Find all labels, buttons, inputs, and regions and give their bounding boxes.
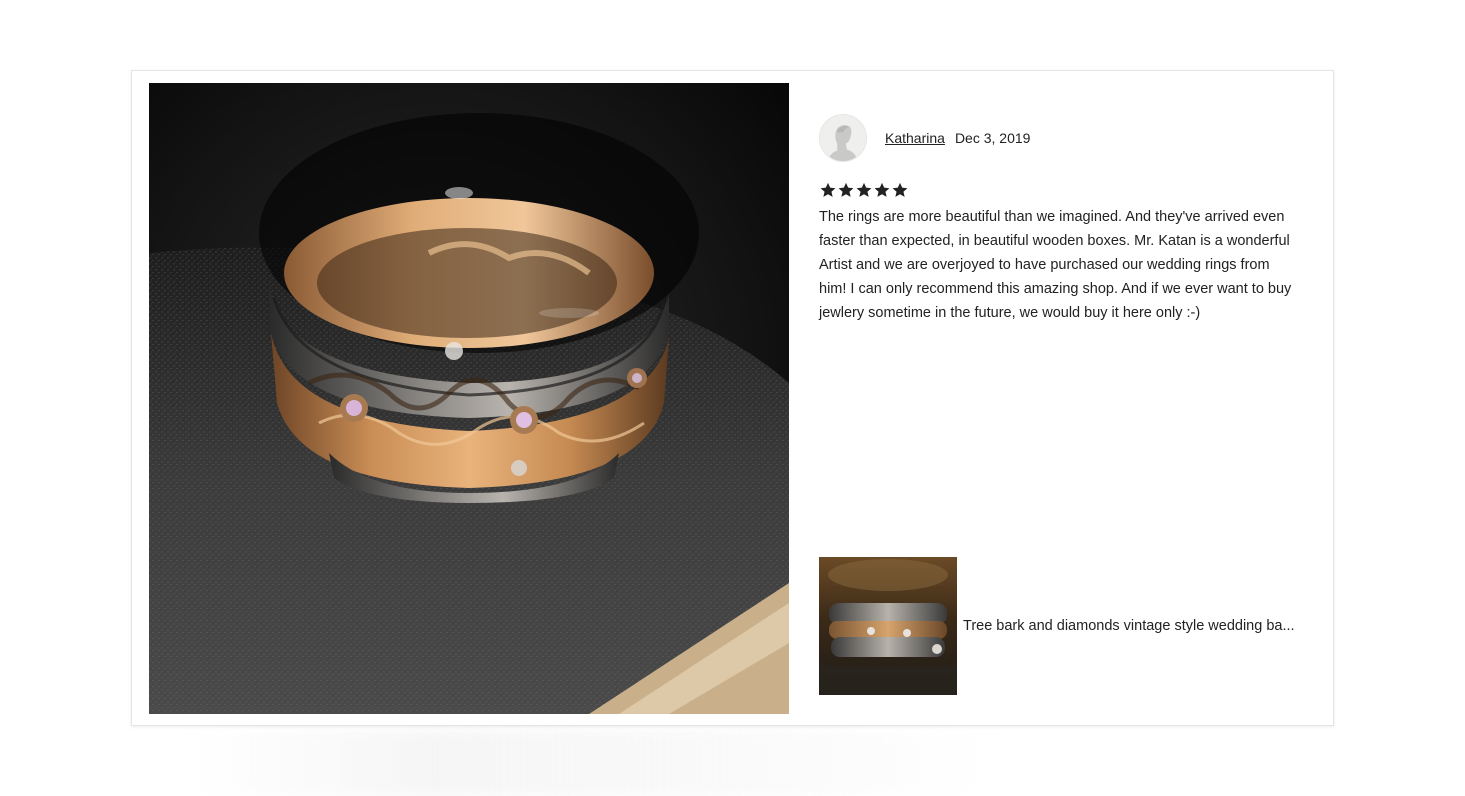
default-user-avatar-icon — [820, 115, 866, 161]
star-filled-icon — [891, 181, 909, 199]
review-photo[interactable] — [149, 83, 789, 714]
item-thumbnail[interactable] — [819, 557, 957, 695]
reviewer-info: Katharina Dec 3, 2019 — [819, 113, 1309, 163]
purchased-item[interactable]: Tree bark and diamonds vintage style wed… — [819, 557, 1319, 695]
review-date: Dec 3, 2019 — [954, 130, 1031, 146]
star-filled-icon — [819, 181, 837, 199]
star-filled-icon — [855, 181, 873, 199]
review-text: The rings are more beautiful than we ima… — [819, 209, 1292, 321]
star-rating — [819, 179, 1309, 201]
background-content — [190, 730, 990, 796]
item-thumbnail-image — [819, 557, 957, 695]
star-filled-icon — [837, 181, 855, 199]
star-filled-icon — [873, 181, 891, 199]
review-modal: Katharina Dec 3, 2019 The rings are more… — [131, 70, 1334, 726]
reviewer-name-link[interactable]: Katharina — [885, 130, 945, 146]
ring-photo-image — [149, 83, 789, 714]
page: Katharina Dec 3, 2019 The rings are more… — [0, 0, 1465, 796]
review-details: Katharina Dec 3, 2019 The rings are more… — [819, 113, 1309, 325]
reviewer-avatar[interactable] — [819, 114, 867, 162]
item-title-link[interactable]: Tree bark and diamonds vintage style wed… — [963, 618, 1309, 634]
